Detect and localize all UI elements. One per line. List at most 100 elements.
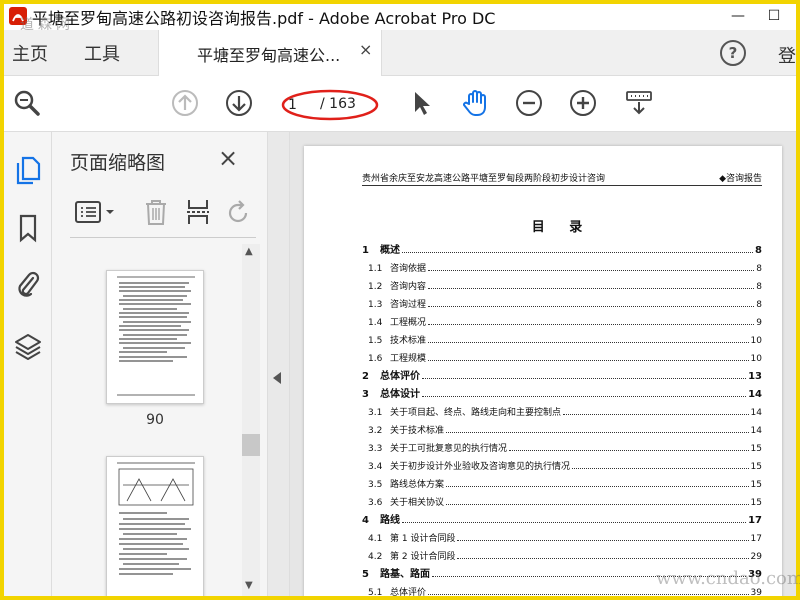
toc-leader-dots	[422, 378, 747, 379]
toc-leader-dots	[563, 414, 749, 415]
toc-leader-dots	[402, 522, 747, 523]
toc-entry-page: 15	[750, 462, 762, 472]
toc-entry-title: 关于项目起、终点、路线走向和主要控制点	[390, 408, 562, 418]
toc-entry[interactable]: 2 总体评价 13	[362, 364, 762, 382]
toc-entry[interactable]: 1.3 咨询过程 8	[362, 292, 762, 310]
toc-entry-number: 1	[362, 245, 369, 256]
delete-pages-button[interactable]	[140, 196, 172, 228]
plus-circle-icon	[570, 90, 596, 116]
pages-icon	[16, 156, 41, 185]
close-tab-button[interactable]: ×	[359, 40, 372, 59]
toc-leader-dots	[428, 324, 755, 325]
main-toolbar: / 163	[4, 76, 796, 132]
tab-document[interactable]: 平塘至罗甸高速公... ×	[158, 30, 382, 76]
watermark-bottom: www.cndao.com	[656, 568, 800, 589]
toc-entry-title: 工程概况	[390, 318, 427, 328]
toc-entry[interactable]: 4.2 第 2 设计合同段 29	[362, 544, 762, 562]
toc-entry-page: 17	[748, 515, 762, 526]
toc-entry[interactable]: 3.2 关于技术标准 14	[362, 418, 762, 436]
toc-entry-number: 1.4	[368, 318, 383, 328]
rotate-pages-button[interactable]	[222, 196, 254, 228]
sign-in-button[interactable]: 登	[778, 42, 796, 68]
minimize-button[interactable]: —	[720, 4, 756, 28]
help-button[interactable]: ?	[720, 40, 746, 66]
keyboard-down-icon	[626, 91, 652, 115]
toc-entry-page: 8	[756, 300, 762, 310]
toc-entry[interactable]: 1.6 工程规模 10	[362, 346, 762, 364]
toc-entry-page: 9	[756, 318, 762, 328]
toc-entry[interactable]: 1 概述 8	[362, 238, 762, 256]
toc-entry[interactable]: 3.5 路线总体方案 15	[362, 472, 762, 490]
page-number-input[interactable]	[288, 94, 312, 116]
thumbnail-scrollbar[interactable]: ▲ ▼	[242, 244, 260, 596]
thumbnails-panel: 页面缩略图 × 90 ▲ ▼	[52, 132, 268, 596]
zoom-in-button[interactable]	[568, 88, 598, 118]
zoom-out-button[interactable]	[514, 88, 544, 118]
toc-entry[interactable]: 3.6 关于相关协议 15	[362, 490, 762, 508]
page-navigator: / 163	[280, 89, 379, 121]
select-tool-button[interactable]	[406, 88, 436, 118]
insert-pages-button[interactable]	[182, 196, 214, 228]
toc-entry-number: 5	[362, 569, 369, 580]
toc-entry-title: 总体评价	[390, 588, 427, 596]
toc-entry-number: 1.5	[368, 336, 383, 346]
toc-entry[interactable]: 1.4 工程概况 9	[362, 310, 762, 328]
page-running-header: 贵州省余庆至安龙高速公路平塘至罗甸段两阶段初步设计咨询 ◆咨询报告	[362, 170, 762, 186]
window-title: 平塘至罗甸高速公路初设咨询报告.pdf - Adobe Acrobat Pro …	[32, 9, 496, 28]
toc-entry[interactable]: 4.1 第 1 设计合同段 17	[362, 526, 762, 544]
toc-leader-dots	[402, 252, 754, 253]
tab-tools[interactable]: 工具	[84, 40, 120, 66]
header-project-name: 贵州省余庆至安龙高速公路平塘至罗甸段两阶段初步设计咨询	[362, 174, 606, 184]
toc-entry[interactable]: 3.4 关于初步设计外业验收及咨询意见的执行情况 15	[362, 454, 762, 472]
toc-entry[interactable]: 1.5 技术标准 10	[362, 328, 762, 346]
paperclip-icon	[18, 271, 40, 297]
maximize-button[interactable]: ☐	[756, 4, 792, 28]
scrollbar-thumb[interactable]	[242, 434, 260, 456]
scroll-up-arrow[interactable]: ▲	[245, 246, 253, 257]
toc-entry-number: 1.6	[368, 354, 383, 364]
toc-leader-dots	[428, 270, 755, 271]
next-page-button[interactable]	[224, 88, 254, 118]
toc-entry[interactable]: 4 路线 17	[362, 508, 762, 526]
hand-icon	[463, 90, 486, 116]
attachments-button[interactable]	[10, 266, 46, 302]
toc-entry[interactable]: 1.1 咨询依据 8	[362, 256, 762, 274]
page-thumbnail[interactable]	[106, 270, 204, 404]
toc-leader-dots	[446, 486, 749, 487]
toc-entry-page: 15	[750, 498, 762, 508]
search-icon	[14, 90, 40, 116]
close-panel-button[interactable]: ×	[218, 144, 238, 172]
panel-collapse-handle[interactable]	[268, 132, 290, 596]
tab-home[interactable]: 主页	[12, 40, 48, 66]
toc-leader-dots	[428, 306, 755, 307]
toc-entry[interactable]: 3.3 关于工可批复意见的执行情况 15	[362, 436, 762, 454]
toc-entry-number: 4	[362, 515, 369, 526]
page-thumbnail-preview	[117, 462, 195, 575]
bookmarks-button[interactable]	[10, 210, 46, 246]
scroll-mode-button[interactable]	[624, 88, 654, 118]
toc-entry[interactable]: 1.2 咨询内容 8	[362, 274, 762, 292]
toc-entry[interactable]: 3 总体设计 14	[362, 382, 762, 400]
toc-leader-dots	[457, 540, 749, 541]
toc-entry[interactable]: 3.1 关于项目起、终点、路线走向和主要控制点 14	[362, 400, 762, 418]
toc-entry-title: 路线	[380, 515, 400, 526]
layers-button[interactable]	[10, 328, 46, 364]
scroll-down-arrow[interactable]: ▼	[245, 580, 253, 591]
hand-tool-button[interactable]	[460, 88, 490, 118]
title-bar: 平塘至罗甸高速公路初设咨询报告.pdf - Adobe Acrobat Pro …	[4, 4, 796, 33]
document-viewer[interactable]: 贵州省余庆至安龙高速公路平塘至罗甸段两阶段初步设计咨询 ◆咨询报告 目 录 1概…	[290, 132, 796, 596]
toc-entry-page: 15	[750, 444, 762, 454]
bookmark-icon	[19, 214, 37, 243]
thumbnail-options-button[interactable]	[74, 196, 118, 228]
thumbnail-page-number: 90	[146, 412, 164, 428]
toc-entry-title: 咨询过程	[390, 300, 427, 310]
previous-page-button[interactable]	[170, 88, 200, 118]
search-button[interactable]	[12, 88, 42, 118]
toc-entry-number: 3.4	[368, 462, 383, 472]
toc-entry-page: 14	[750, 426, 762, 436]
page-thumbnail[interactable]	[106, 456, 204, 596]
minus-circle-icon	[516, 90, 542, 116]
page-thumbnails-button[interactable]	[10, 152, 46, 188]
toc-entry-number: 1.2	[368, 282, 383, 292]
toc-leader-dots	[428, 288, 755, 289]
